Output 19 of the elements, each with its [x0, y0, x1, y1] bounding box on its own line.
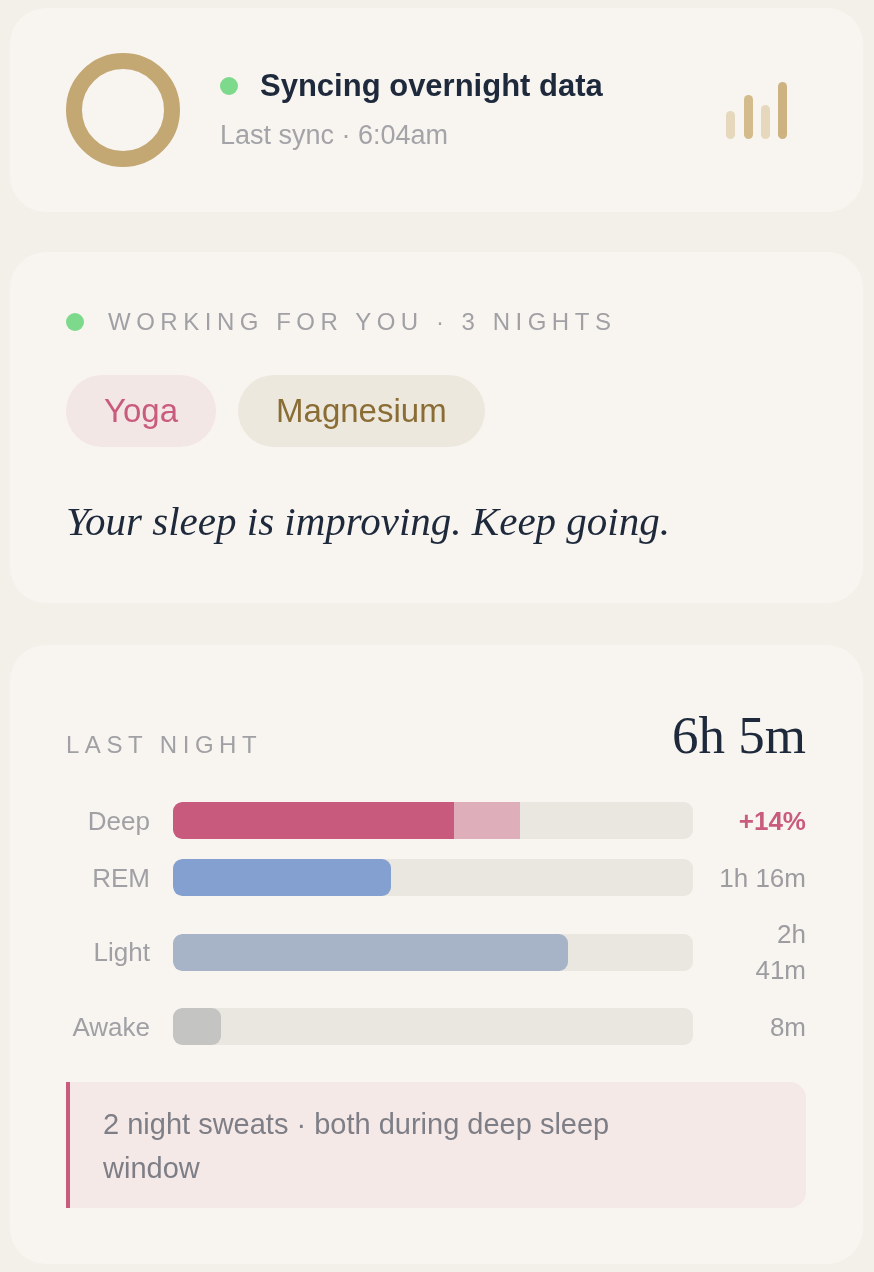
last-sync-time: Last sync · 6:04am	[220, 118, 450, 152]
tag: Yoga	[66, 375, 217, 447]
stage-value: 8m	[768, 1010, 806, 1044]
encouragement-message: Your sleep is improving. Keep going.	[66, 497, 671, 546]
tag: Magnesium	[238, 375, 485, 447]
stage-label: Awake	[71, 1010, 150, 1044]
stage-value: +14%	[737, 804, 806, 838]
section-heading: WORKING FOR YOU · 3 NIGHTS	[108, 308, 617, 336]
stage-label: Deep	[86, 804, 150, 838]
stage-label: REM	[91, 861, 150, 895]
vertical-bars-icon	[726, 81, 787, 139]
stage-value: 1h 16m	[718, 861, 806, 895]
section-heading: LAST NIGHT	[66, 731, 263, 759]
stage-label: Light	[92, 936, 150, 969]
total-sleep-duration: 6h 5m	[672, 707, 806, 763]
stage-value: 2h 41m	[754, 918, 806, 987]
note-callout: 2 night sweats · both during deep sleep window	[66, 1082, 806, 1208]
sync-title: Syncing overnight data	[260, 67, 603, 104]
ring-icon	[66, 53, 180, 167]
